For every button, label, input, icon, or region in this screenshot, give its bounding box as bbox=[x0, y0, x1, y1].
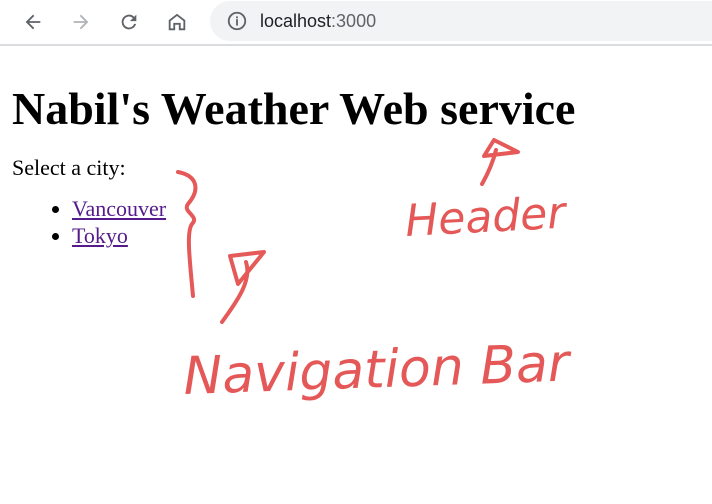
address-bar[interactable]: localhost:3000 bbox=[210, 1, 712, 41]
city-link-tokyo[interactable]: Tokyo bbox=[72, 223, 128, 248]
browser-toolbar: localhost:3000 bbox=[0, 0, 712, 46]
reload-button[interactable] bbox=[114, 7, 144, 37]
url-text: localhost:3000 bbox=[260, 11, 376, 32]
home-icon bbox=[168, 13, 186, 31]
url-port: :3000 bbox=[331, 10, 377, 31]
url-host: localhost bbox=[260, 10, 332, 31]
back-button[interactable] bbox=[18, 7, 48, 37]
city-prompt: Select a city: bbox=[12, 155, 126, 180]
city-link-vancouver[interactable]: Vancouver bbox=[72, 196, 166, 221]
forward-button[interactable] bbox=[66, 7, 96, 37]
home-button[interactable] bbox=[162, 7, 192, 37]
info-icon[interactable] bbox=[226, 10, 248, 32]
nav-arrow-icon bbox=[220, 250, 266, 324]
page-content: Nabil's Weather Web service Select a cit… bbox=[12, 46, 712, 249]
arrow-left-icon bbox=[25, 14, 41, 30]
city-list: Vancouver Tokyo bbox=[12, 195, 712, 249]
page-title: Nabil's Weather Web service bbox=[12, 83, 576, 134]
list-item: Vancouver bbox=[72, 195, 712, 222]
navigation-annotation: Navigation Bar bbox=[182, 333, 573, 407]
reload-icon bbox=[121, 14, 137, 30]
arrow-right-icon bbox=[73, 14, 89, 30]
list-item: Tokyo bbox=[72, 222, 712, 249]
